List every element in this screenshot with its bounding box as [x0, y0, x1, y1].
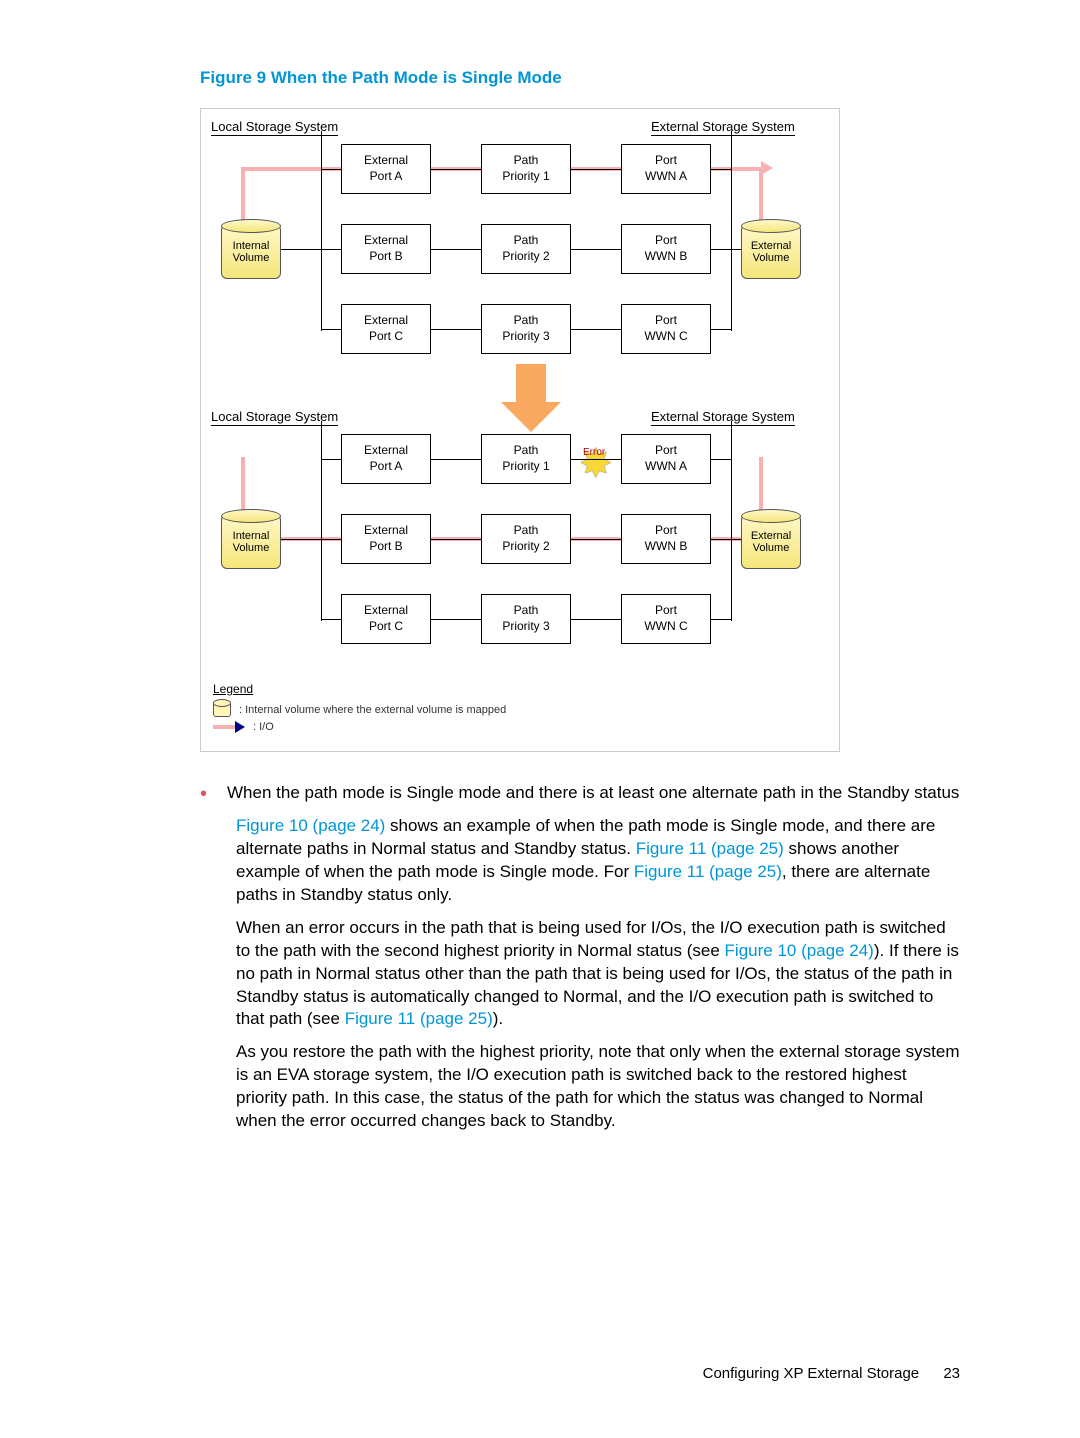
page-number: 23 [943, 1365, 960, 1382]
external-port-a-2: ExternalPort A [341, 434, 431, 484]
figure-11-link-3[interactable]: Figure 11 (page 25) [345, 1009, 493, 1028]
figure-caption: Figure 9 When the Path Mode is Single Mo… [200, 68, 960, 88]
body-content: • When the path mode is Single mode and … [200, 782, 960, 1133]
page-footer: Configuring XP External Storage 23 [703, 1365, 960, 1382]
legend-title: Legend [213, 682, 827, 696]
path-priority-2-2: PathPriority 2 [481, 514, 571, 564]
footer-text: Configuring XP External Storage [703, 1365, 920, 1382]
local-system-label: Local Storage System [211, 119, 338, 136]
external-system-label: External Storage System [651, 119, 795, 136]
legend-io-icon [213, 725, 235, 729]
figure-10-link-1[interactable]: Figure 10 (page 24) [236, 816, 385, 835]
port-wwn-b: PortWWN B [621, 224, 711, 274]
external-system-label-2: External Storage System [651, 409, 795, 426]
external-volume-icon-2: ExternalVolume [741, 514, 801, 569]
path-priority-1: PathPriority 1 [481, 144, 571, 194]
figure-9-diagram: Local Storage System External Storage Sy… [200, 108, 840, 752]
figure-legend: Legend : Internal volume where the exter… [201, 674, 839, 751]
figure-10-link-2[interactable]: Figure 10 (page 24) [725, 941, 874, 960]
legend-volume-text: : Internal volume where the external vol… [239, 704, 506, 716]
paragraph-2: When an error occurs in the path that is… [236, 917, 960, 1032]
path-priority-1-2: PathPriority 1 [481, 434, 571, 484]
legend-io-text: : I/O [253, 721, 274, 733]
port-wwn-c-2: PortWWN C [621, 594, 711, 644]
bullet-icon: • [200, 784, 207, 805]
path-priority-3-2: PathPriority 3 [481, 594, 571, 644]
paragraph-1: Figure 10 (page 24) shows an example of … [236, 815, 960, 907]
figure-11-link-1[interactable]: Figure 11 (page 25) [636, 839, 784, 858]
external-port-b-2: ExternalPort B [341, 514, 431, 564]
local-system-label-2: Local Storage System [211, 409, 338, 426]
external-port-c: ExternalPort C [341, 304, 431, 354]
path-priority-2: PathPriority 2 [481, 224, 571, 274]
internal-volume-icon-2: InternalVolume [221, 514, 281, 569]
bullet-text: When the path mode is Single mode and th… [227, 782, 959, 805]
external-port-a: ExternalPort A [341, 144, 431, 194]
external-port-b: ExternalPort B [341, 224, 431, 274]
external-port-c-2: ExternalPort C [341, 594, 431, 644]
figure-11-link-2[interactable]: Figure 11 (page 25) [634, 862, 782, 881]
external-volume-icon: ExternalVolume [741, 224, 801, 279]
path-priority-3: PathPriority 3 [481, 304, 571, 354]
paragraph-3: As you restore the path with the highest… [236, 1041, 960, 1133]
error-label: Error [583, 447, 605, 458]
port-wwn-c: PortWWN C [621, 304, 711, 354]
legend-volume-icon [213, 702, 231, 717]
port-wwn-a-2: PortWWN A [621, 434, 711, 484]
port-wwn-a: PortWWN A [621, 144, 711, 194]
internal-volume-icon: InternalVolume [221, 224, 281, 279]
port-wwn-b-2: PortWWN B [621, 514, 711, 564]
